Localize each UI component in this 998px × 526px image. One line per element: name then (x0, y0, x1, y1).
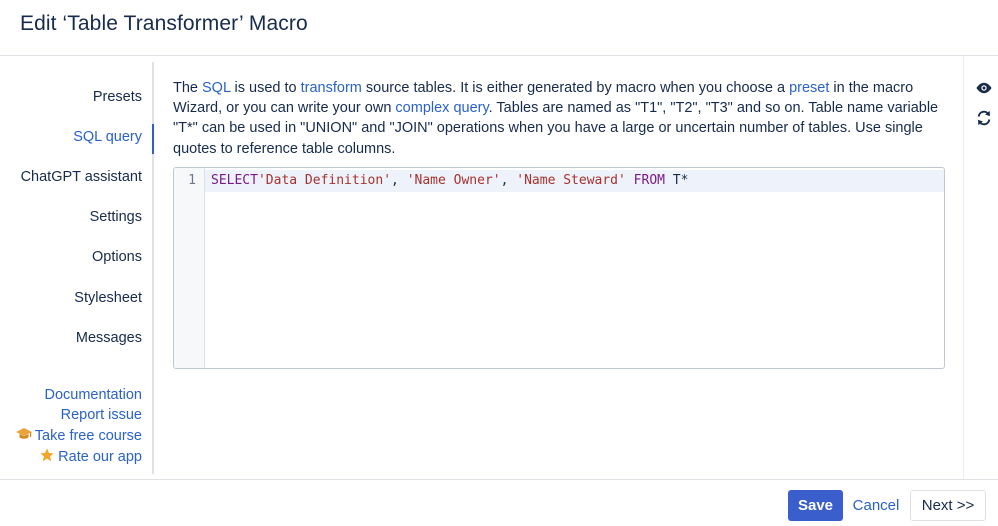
description-text: is used to (230, 80, 301, 96)
sidebar-item-presets[interactable]: Presets (93, 89, 142, 105)
sidebar-item-stylesheet[interactable]: Stylesheet (74, 290, 142, 306)
description-text: source tables. It is either generated by… (361, 80, 790, 96)
sidebar-item-settings[interactable]: Settings (90, 209, 142, 225)
line-number: 1 (188, 173, 196, 188)
complex-query-link[interactable]: complex query (395, 100, 488, 116)
active-indicator (152, 124, 154, 154)
report-issue-link[interactable]: Report issue (61, 407, 142, 423)
sidebar-item-messages[interactable]: Messages (76, 330, 142, 346)
refresh-icon[interactable] (975, 109, 993, 132)
keyword-token: FROM (633, 173, 665, 188)
main-content: The SQL is used to transform source tabl… (173, 78, 945, 159)
report-issue-link-label: Report issue (60, 407, 142, 423)
sidebar-nav: Presets SQL query ChatGPT assistant Sett… (0, 62, 154, 474)
sidebar-item-sql-query[interactable]: SQL query (73, 129, 142, 145)
editor-gutter: 1 (174, 168, 205, 368)
string-token: 'Data Definition' (257, 173, 392, 188)
sidebar-item-options[interactable]: Options (92, 249, 142, 265)
dialog-header: Edit ‘Table Transformer’ Macro (0, 0, 998, 56)
dialog-footer: Save Cancel Next >> (0, 479, 998, 526)
rate-our-app-link[interactable]: Rate our app (39, 447, 142, 467)
sql-code-line[interactable]: SELECT'Data Definition', 'Name Owner', '… (211, 173, 688, 188)
sql-link[interactable]: SQL (202, 80, 230, 96)
string-token: 'Name Owner' (406, 173, 501, 188)
preset-link[interactable]: preset (789, 80, 829, 96)
take-free-course-link-label: Take free course (34, 428, 142, 444)
sql-description: The SQL is used to transform source tabl… (173, 78, 945, 159)
sidebar-item-chatgpt-assistant[interactable]: ChatGPT assistant (21, 169, 142, 185)
documentation-link-label: Documentation (44, 387, 142, 403)
code-token: , (500, 173, 517, 188)
transform-link[interactable]: transform (301, 80, 362, 96)
description-text: The (173, 80, 203, 96)
sql-editor[interactable]: 1 SELECT'Data Definition', 'Name Owner',… (173, 167, 945, 369)
graduation-cap-icon (15, 427, 32, 445)
take-free-course-link[interactable]: Take free course (15, 427, 142, 445)
right-rail-divider (963, 56, 964, 479)
code-token: , (391, 173, 407, 188)
cancel-button[interactable]: Cancel (849, 490, 903, 521)
next-button[interactable]: Next >> (910, 490, 986, 521)
code-token: T* (664, 173, 689, 188)
dialog-title: Edit ‘Table Transformer’ Macro (20, 12, 308, 35)
keyword-token: SELECT (211, 173, 258, 188)
eye-icon[interactable] (975, 81, 993, 100)
documentation-link[interactable]: Documentation (44, 387, 142, 403)
save-button[interactable]: Save (788, 490, 843, 521)
star-icon (39, 447, 55, 467)
string-token: 'Name Steward' (516, 173, 626, 188)
rate-our-app-link-label: Rate our app (58, 449, 142, 465)
